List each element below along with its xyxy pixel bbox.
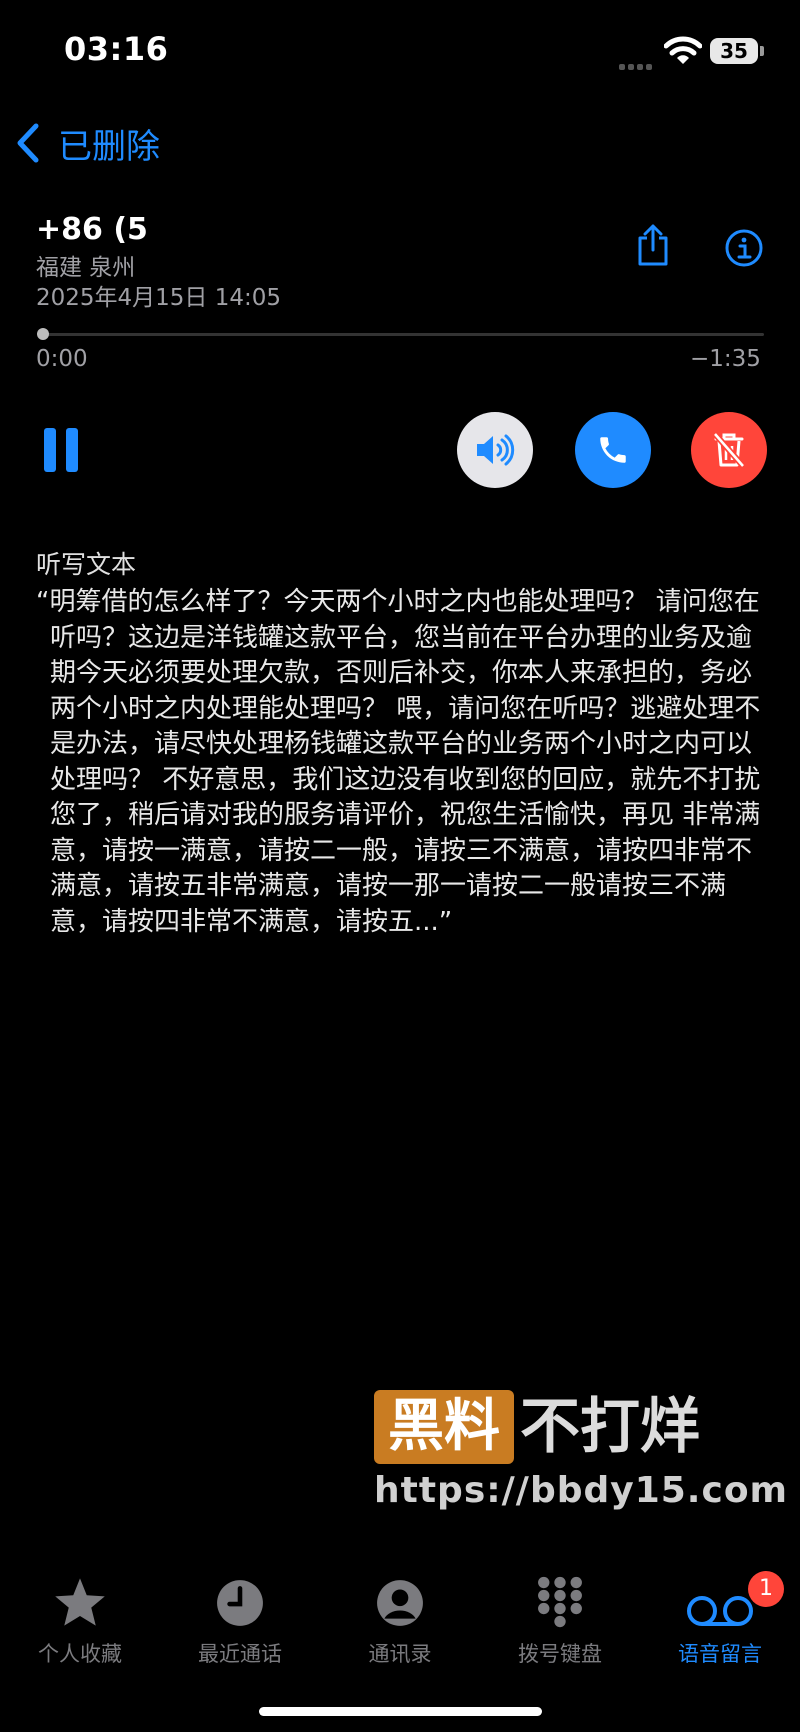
voicemail-datetime: 2025年4月15日 14:05	[36, 285, 282, 311]
wifi-icon	[663, 36, 703, 66]
delete-button[interactable]	[691, 412, 767, 488]
watermark-url: https://bbdy15.com	[374, 1470, 789, 1511]
transcript-text: “明筹借的怎么样了？今天两个小时之内也能处理吗？ 请问您在听吗？这边是洋钱罐这款…	[36, 587, 761, 937]
chevron-left-icon	[17, 123, 39, 163]
tab-recents[interactable]: 最近通话	[170, 1574, 310, 1668]
cellular-signal-icon	[619, 55, 657, 70]
tab-label: 语音留言	[678, 1642, 762, 1666]
transcript-label: 听写文本	[36, 550, 137, 579]
battery-cap	[760, 46, 764, 56]
playback-progress-track[interactable]	[42, 333, 764, 336]
pause-button[interactable]	[44, 428, 78, 472]
playback-scrubber[interactable]	[37, 328, 49, 340]
tab-label: 拨号键盘	[518, 1642, 602, 1666]
tab-label: 个人收藏	[38, 1642, 122, 1666]
tab-label: 通讯录	[368, 1642, 432, 1666]
elapsed-time: 0:00	[36, 346, 88, 372]
caller-location: 福建 泉州	[36, 255, 136, 281]
status-time: 03:16	[64, 30, 169, 68]
person-icon	[377, 1580, 423, 1626]
phone-icon	[600, 437, 626, 463]
star-icon	[55, 1578, 105, 1626]
tab-contacts[interactable]: 通讯录	[330, 1574, 470, 1668]
share-icon	[638, 224, 668, 266]
caller-number: +86 (5	[36, 212, 148, 247]
remaining-time: −1:35	[690, 346, 761, 372]
watermark-logo: 黑料	[374, 1390, 514, 1464]
trash-icon	[713, 432, 745, 468]
clock-icon	[217, 1580, 263, 1626]
tab-keypad[interactable]: 拨号键盘	[490, 1574, 630, 1668]
pause-icon	[44, 428, 56, 472]
home-indicator[interactable]	[259, 1707, 542, 1716]
info-button[interactable]	[724, 228, 764, 272]
battery-icon: 35	[710, 38, 758, 64]
watermark-text: 不打烊	[520, 1392, 700, 1462]
tab-favorites[interactable]: 个人收藏	[10, 1574, 150, 1668]
call-back-button[interactable]	[575, 412, 651, 488]
keypad-icon	[538, 1576, 582, 1628]
watermark: 黑料 不打烊 https://bbdy15.com	[374, 1390, 787, 1520]
back-label: 已删除	[58, 126, 160, 167]
speaker-icon	[477, 434, 515, 466]
speaker-button[interactable]	[457, 412, 533, 488]
info-icon	[725, 229, 763, 267]
back-button[interactable]: 已删除	[16, 118, 160, 168]
voicemail-icon	[687, 1596, 753, 1626]
tab-label: 最近通话	[198, 1642, 282, 1666]
voicemail-badge: 1	[748, 1571, 784, 1607]
share-button[interactable]	[636, 224, 670, 270]
